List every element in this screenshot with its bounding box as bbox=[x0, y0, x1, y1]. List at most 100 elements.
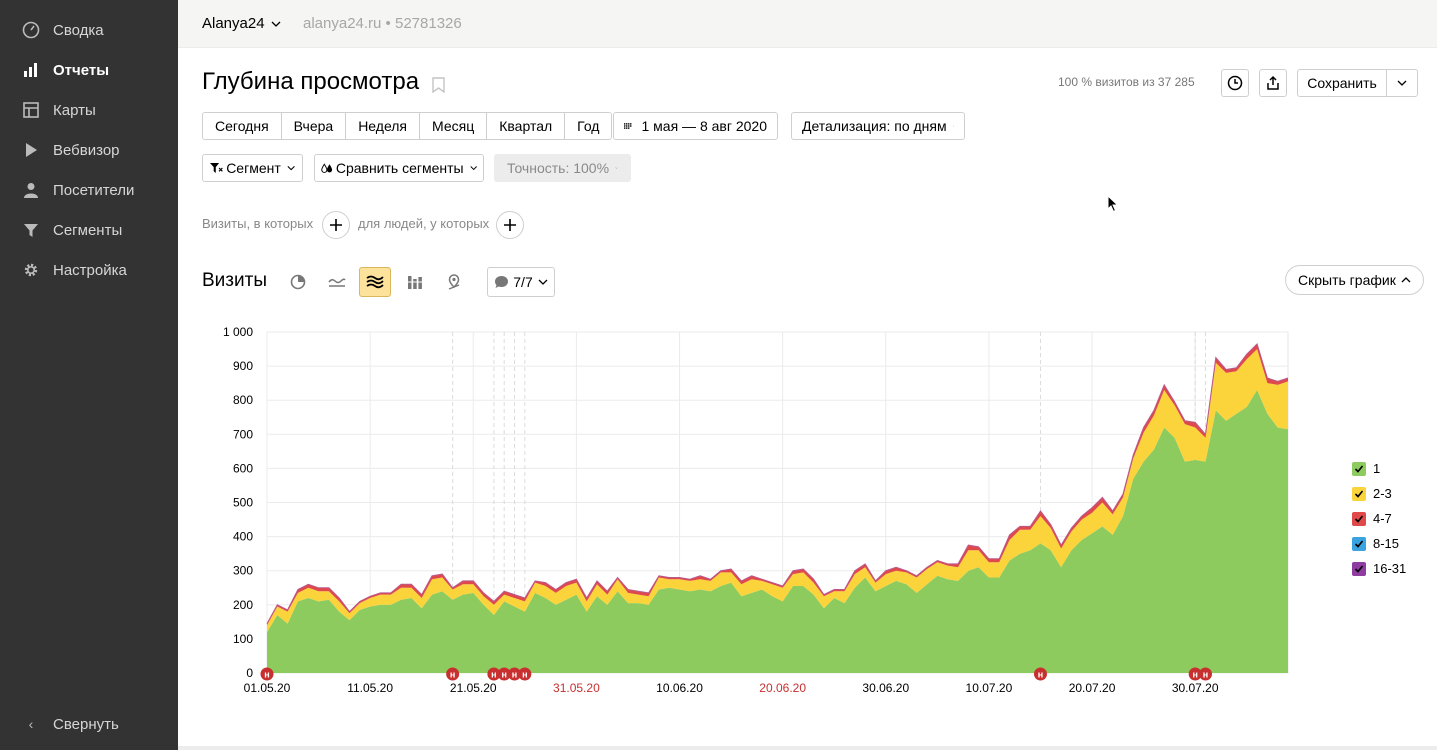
drops-icon bbox=[321, 163, 333, 173]
chart-type-stacked-bar[interactable] bbox=[399, 267, 431, 297]
legend-label: 1 bbox=[1373, 461, 1381, 476]
x-tick-label: 11.05.20 bbox=[347, 681, 393, 695]
checkbox-checked-icon bbox=[1352, 486, 1366, 501]
counter-name: Alanya24 bbox=[202, 15, 265, 32]
save-options-button[interactable] bbox=[1386, 69, 1418, 97]
legend-label: 4-7 bbox=[1373, 511, 1392, 526]
y-tick-label: 1 000 bbox=[223, 325, 253, 339]
collapse-label: Свернуть bbox=[53, 715, 119, 733]
legend-label: 2-3 bbox=[1373, 486, 1392, 501]
x-tick-label: 21.05.20 bbox=[450, 681, 497, 695]
period-selector: Сегодня Вчера Неделя Месяц Квартал Год bbox=[202, 112, 613, 140]
collapse-sidebar-button[interactable]: ‹ Свернуть bbox=[22, 712, 119, 736]
x-tick-label: 30.06.20 bbox=[862, 681, 909, 695]
sidebar-item-webvisor[interactable]: Вебвизор bbox=[22, 138, 120, 162]
x-tick-label: 01.05.20 bbox=[244, 681, 291, 695]
note-marker-label: н bbox=[1192, 670, 1197, 680]
dashboard-icon bbox=[22, 21, 40, 39]
y-tick-label: 600 bbox=[233, 461, 253, 475]
legend-item-2-3[interactable]: 2-3 bbox=[1352, 481, 1406, 506]
add-people-filter-button[interactable] bbox=[496, 211, 524, 239]
note-marker-label: н bbox=[1203, 670, 1208, 680]
chevron-down-icon bbox=[287, 165, 295, 171]
x-tick-label: 30.07.20 bbox=[1172, 681, 1219, 695]
segment-button[interactable]: Сегмент bbox=[202, 154, 303, 182]
play-icon bbox=[22, 141, 40, 159]
sidebar-item-reports[interactable]: Отчеты bbox=[22, 58, 109, 82]
counter-selector[interactable]: Alanya24 bbox=[202, 15, 281, 32]
y-tick-label: 0 bbox=[246, 666, 253, 680]
sidebar-item-label: Сводка bbox=[53, 21, 104, 39]
stacked-area-icon bbox=[366, 275, 384, 289]
note-marker-label: н bbox=[264, 670, 269, 680]
comment-icon bbox=[495, 276, 509, 288]
note-marker-label: н bbox=[450, 670, 455, 680]
period-week[interactable]: Неделя bbox=[345, 113, 420, 139]
export-button[interactable] bbox=[1259, 69, 1287, 97]
hide-chart-label: Скрыть график bbox=[1298, 272, 1396, 288]
sidebar-item-label: Сегменты bbox=[53, 221, 123, 239]
chart-type-line[interactable] bbox=[321, 267, 353, 297]
sidebar-item-label: Вебвизор bbox=[53, 141, 120, 159]
chart-type-map[interactable] bbox=[438, 267, 470, 297]
accuracy-dropdown[interactable]: Точность: 100% bbox=[494, 154, 631, 182]
section-title: Визиты bbox=[202, 270, 267, 291]
visits-info: 100 % визитов из 37 285 bbox=[1058, 75, 1195, 89]
chevron-down-icon bbox=[615, 167, 618, 169]
period-quarter[interactable]: Квартал bbox=[486, 113, 565, 139]
legend-item-4-7[interactable]: 4-7 bbox=[1352, 506, 1406, 531]
date-range-label: 1 мая — 8 авг 2020 bbox=[641, 118, 768, 134]
stacked-bar-icon bbox=[408, 276, 422, 289]
y-tick-label: 400 bbox=[233, 530, 253, 544]
hide-chart-button[interactable]: Скрыть график bbox=[1285, 265, 1424, 295]
period-yesterday[interactable]: Вчера bbox=[280, 113, 346, 139]
period-today[interactable]: Сегодня bbox=[203, 113, 281, 139]
y-tick-label: 900 bbox=[233, 359, 253, 373]
sidebar-item-settings[interactable]: Настройка bbox=[22, 258, 127, 282]
clock-icon bbox=[1227, 75, 1243, 91]
note-marker-label: н bbox=[522, 670, 527, 680]
note-marker-label: н bbox=[512, 670, 517, 680]
filter-icon bbox=[22, 221, 40, 239]
sidebar-item-visitors[interactable]: Посетители bbox=[22, 178, 134, 202]
sidebar-item-label: Настройка bbox=[53, 261, 127, 279]
bookmark-icon[interactable] bbox=[432, 77, 445, 93]
chevron-up-icon bbox=[1401, 277, 1411, 283]
line-chart-icon bbox=[328, 278, 346, 287]
y-tick-label: 700 bbox=[233, 427, 253, 441]
detail-dropdown[interactable]: Детализация: по дням bbox=[791, 112, 965, 140]
compare-segments-button[interactable]: Сравнить сегменты bbox=[314, 154, 484, 182]
history-button[interactable] bbox=[1221, 69, 1249, 97]
sidebar-item-summary[interactable]: Сводка bbox=[22, 18, 104, 42]
legend-item-16-31[interactable]: 16-31 bbox=[1352, 556, 1406, 581]
notes-button[interactable]: 7/7 bbox=[487, 267, 555, 297]
share-icon bbox=[1267, 75, 1279, 90]
segment-label: Сегмент bbox=[226, 160, 281, 176]
legend-item-1[interactable]: 1 bbox=[1352, 456, 1406, 481]
chevron-down-icon bbox=[538, 279, 548, 285]
legend-item-8-15[interactable]: 8-15 bbox=[1352, 531, 1406, 556]
content-bottom-border bbox=[178, 746, 1437, 750]
checkbox-checked-icon bbox=[1352, 511, 1366, 526]
note-marker-label: н bbox=[501, 670, 506, 680]
x-tick-label: 31.05.20 bbox=[553, 681, 600, 695]
user-icon bbox=[22, 181, 40, 199]
checkbox-checked-icon bbox=[1352, 536, 1366, 551]
chart-type-pie[interactable] bbox=[282, 267, 314, 297]
period-month[interactable]: Месяц bbox=[419, 113, 487, 139]
period-year[interactable]: Год bbox=[564, 113, 612, 139]
sidebar-item-segments[interactable]: Сегменты bbox=[22, 218, 122, 242]
add-visit-filter-button[interactable] bbox=[322, 211, 350, 239]
y-tick-label: 100 bbox=[233, 632, 253, 646]
chart-type-stacked-area[interactable] bbox=[359, 267, 391, 297]
checkbox-checked-icon bbox=[1352, 461, 1366, 476]
chart-legend: 1 2-3 4-7 8-15 16-31 bbox=[1352, 456, 1406, 581]
chevron-down-icon bbox=[271, 21, 281, 27]
date-range-button[interactable]: 1 мая — 8 авг 2020 bbox=[613, 112, 778, 140]
plus-icon bbox=[504, 219, 516, 231]
chevron-down-icon bbox=[1397, 80, 1407, 86]
plus-icon bbox=[330, 219, 342, 231]
save-button[interactable]: Сохранить bbox=[1297, 69, 1387, 97]
detail-label: Детализация: по дням bbox=[802, 118, 947, 134]
sidebar-item-maps[interactable]: Карты bbox=[22, 98, 96, 122]
